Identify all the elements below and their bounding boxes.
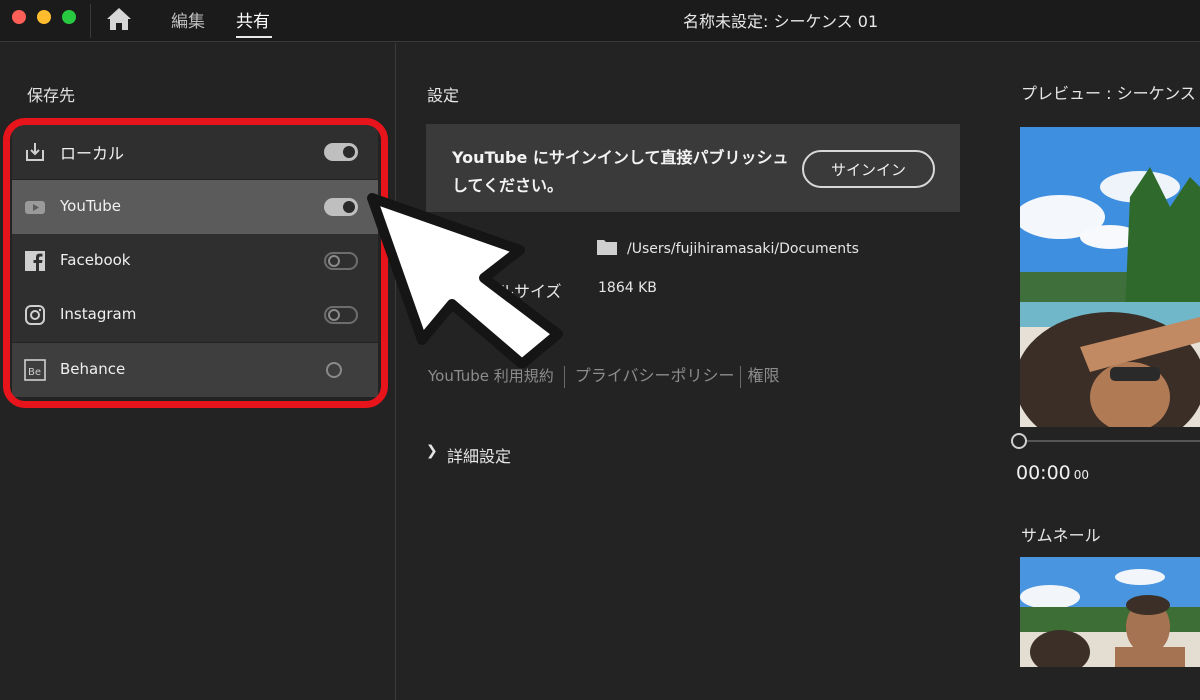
playback-scrubber-track[interactable] xyxy=(1018,440,1200,442)
privacy-policy-link[interactable]: プライバシーポリシー xyxy=(575,362,735,386)
highlight-annotation xyxy=(3,118,388,408)
signin-button[interactable]: サインイン xyxy=(802,150,935,188)
close-window-button[interactable] xyxy=(12,10,26,24)
preview-heading: プレビュー : シーケンス xyxy=(1021,84,1196,103)
chevron-right-icon[interactable]: ❯ xyxy=(426,443,438,459)
youtube-terms-link[interactable]: YouTube 利用規約 xyxy=(428,365,554,386)
filesize-value: 1864 KB xyxy=(598,280,657,296)
pointer-arrow-annotation xyxy=(367,193,563,368)
timecode-frames: 00 xyxy=(1073,468,1090,482)
preview-video xyxy=(1020,127,1200,427)
window-title: 名称未設定: シーケンス 01 xyxy=(683,12,879,31)
timecode-display: 00:00 00 xyxy=(1016,462,1089,484)
playhead-handle[interactable] xyxy=(1011,433,1027,449)
destinations-heading: 保存先 xyxy=(27,86,76,105)
thumbnail-image[interactable] xyxy=(1020,557,1200,667)
home-icon[interactable] xyxy=(105,6,133,32)
tab-edit[interactable]: 編集 xyxy=(171,7,205,32)
active-tab-indicator xyxy=(236,36,272,38)
timecode-value: 00:00 xyxy=(1016,462,1071,484)
zoom-window-button[interactable] xyxy=(62,10,76,24)
thumbnail-heading: サムネール xyxy=(1021,526,1101,545)
tab-share[interactable]: 共有 xyxy=(236,7,270,32)
advanced-settings-toggle[interactable]: 詳細設定 xyxy=(447,443,511,467)
settings-heading: 設定 xyxy=(427,86,460,105)
output-path[interactable]: /Users/fujihiramasaki/Documents xyxy=(627,241,859,257)
minimize-window-button[interactable] xyxy=(37,10,51,24)
divider xyxy=(90,4,91,38)
permissions-link[interactable]: 権限 xyxy=(747,362,779,386)
title-bar: 編集 共有 名称未設定: シーケンス 01 xyxy=(0,0,1200,42)
folder-icon[interactable] xyxy=(596,238,618,256)
